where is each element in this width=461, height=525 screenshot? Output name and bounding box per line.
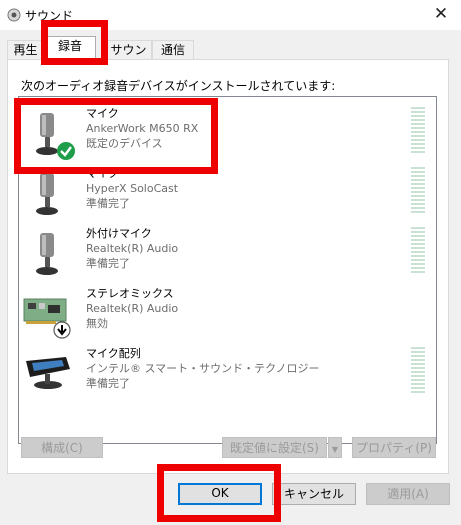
device-model: インテル® スマート・サウンド・テクノロジー — [86, 362, 320, 375]
level-meter — [411, 167, 425, 215]
highlight-ok-button — [157, 464, 281, 522]
device-info: 外付けマイク Realtek(R) Audio 準備完了 — [86, 226, 178, 271]
apply-button[interactable]: 適用(A) — [366, 483, 450, 505]
device-info: マイク配列 インテル® スマート・サウンド・テクノロジー 準備完了 — [86, 346, 320, 391]
device-info: ステレオミックス Realtek(R) Audio 無効 — [86, 286, 178, 331]
device-status: 準備完了 — [86, 197, 130, 210]
chevron-down-icon: ▼ — [331, 445, 339, 454]
speaker-icon — [7, 8, 21, 22]
device-model: HyperX SoloCast — [86, 182, 179, 195]
list-item[interactable]: 外付けマイク Realtek(R) Audio 準備完了 — [19, 223, 436, 281]
configure-button[interactable]: 構成(C) — [21, 437, 103, 458]
disabled-arrow-icon — [53, 321, 71, 339]
set-default-dropdown[interactable]: ▼ — [328, 437, 342, 458]
properties-button[interactable]: プロパティ(P) — [352, 437, 436, 458]
tab-sounds[interactable]: サウンド — [105, 40, 152, 76]
device-list-prompt: 次のオーディオ録音デバイスがインストールされています: — [21, 79, 336, 93]
device-name: マイク配列 — [86, 347, 141, 360]
device-model: Realtek(R) Audio — [86, 302, 179, 315]
device-name: ステレオミックス — [86, 287, 174, 300]
level-meter — [411, 347, 425, 395]
list-item[interactable]: ステレオミックス Realtek(R) Audio 無効 — [19, 283, 436, 341]
tab-communications[interactable]: 通信 — [152, 40, 194, 61]
highlight-default-device — [14, 98, 218, 174]
tab-playback[interactable]: 再生 — [7, 40, 44, 61]
device-name: 外付けマイク — [86, 227, 152, 240]
list-item[interactable]: マイク配列 インテル® スマート・サウンド・テクノロジー 準備完了 — [19, 343, 436, 401]
level-meter — [411, 227, 425, 275]
set-default-button[interactable]: 既定値に設定(S) — [222, 437, 327, 458]
device-status: 無効 — [86, 317, 108, 330]
device-status: 準備完了 — [86, 377, 130, 390]
cancel-button[interactable]: キャンセル — [272, 483, 356, 505]
microphone-icon — [36, 173, 58, 215]
level-meter — [411, 107, 425, 155]
highlight-recording-tab — [41, 20, 108, 65]
close-button[interactable]: ✕ — [421, 0, 461, 30]
device-status: 準備完了 — [86, 257, 130, 270]
device-model: Realtek(R) Audio — [86, 242, 179, 255]
microphone-icon — [36, 233, 58, 275]
webcam-array-icon — [26, 357, 70, 389]
